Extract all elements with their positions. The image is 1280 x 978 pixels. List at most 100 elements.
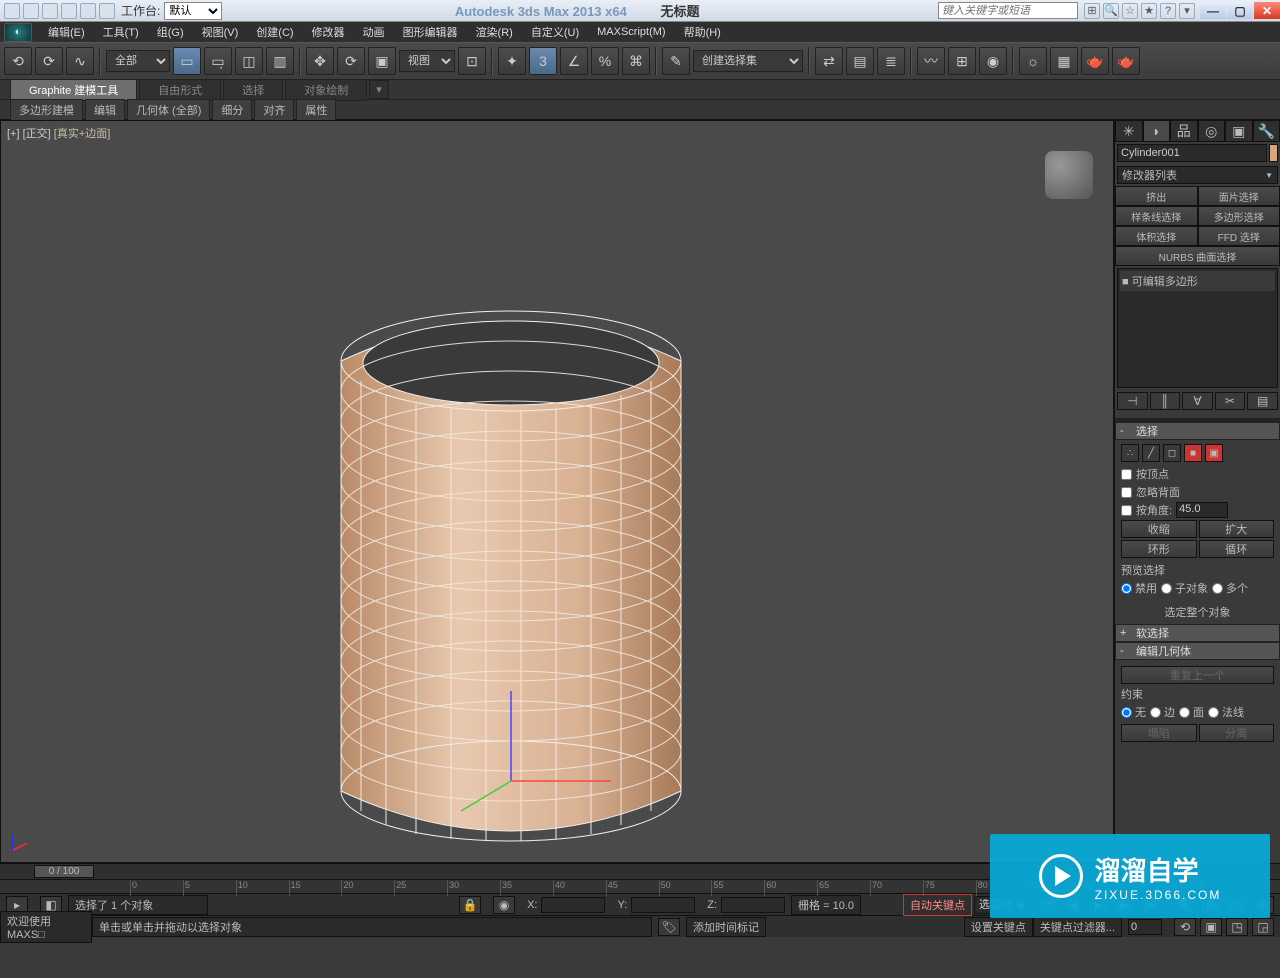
autokey-button[interactable]: 自动关键点 <box>903 894 972 916</box>
rotate-icon[interactable]: ⟳ <box>337 47 365 75</box>
use-center-icon[interactable]: ⊡ <box>458 47 486 75</box>
stack-unique-icon[interactable]: ∀ <box>1182 392 1213 410</box>
snap-toggle-icon[interactable]: 3 <box>529 47 557 75</box>
btn-ring[interactable]: 环形 <box>1121 540 1197 558</box>
mod-btn-splinesel[interactable]: 样条线选择 <box>1115 206 1198 226</box>
menu-group[interactable]: 组(G) <box>149 22 192 42</box>
undo-bind-icon[interactable]: ⟲ <box>4 47 32 75</box>
object-name-input[interactable] <box>1117 144 1267 162</box>
orbit-icon[interactable]: ⟲ <box>1174 918 1196 936</box>
menu-edit[interactable]: 编辑(E) <box>40 22 93 42</box>
mod-btn-polysel[interactable]: 多边形选择 <box>1198 206 1280 226</box>
help-search-input[interactable] <box>938 2 1078 19</box>
menu-grapheditors[interactable]: 图形编辑器 <box>395 22 466 42</box>
stack-pin-icon[interactable]: ⊣ <box>1117 392 1148 410</box>
menu-views[interactable]: 视图(V) <box>194 22 247 42</box>
chk-byangle[interactable] <box>1121 505 1132 516</box>
btn-collapse[interactable]: 塌陷 <box>1121 724 1197 742</box>
ref-coord-select[interactable]: 视图 <box>399 50 455 72</box>
so-border-icon[interactable]: ◻ <box>1163 444 1181 462</box>
create-tab-icon[interactable]: ✳ <box>1115 120 1143 142</box>
align-icon[interactable]: ▤ <box>846 47 874 75</box>
workspace-select[interactable]: 默认 <box>164 2 222 20</box>
undo-icon[interactable] <box>61 3 77 19</box>
vp-nav1-icon[interactable]: ◳ <box>1226 918 1248 936</box>
ribbon-panel-polymodel[interactable]: 多边形建模 <box>10 99 83 121</box>
select-region-icon[interactable]: ◫ <box>235 47 263 75</box>
ribbon-panel-props[interactable]: 属性 <box>296 99 336 121</box>
motion-tab-icon[interactable]: ◎ <box>1198 120 1226 142</box>
edit-named-sel-icon[interactable]: ✎ <box>662 47 690 75</box>
star-icon[interactable]: ☆ <box>1122 3 1138 19</box>
maximize-button[interactable]: ▢ <box>1227 2 1253 19</box>
keyfilter-button[interactable]: 关键点过滤器... <box>1033 917 1122 937</box>
object-color-swatch[interactable] <box>1269 144 1278 162</box>
app-logo-icon[interactable]: ◐ <box>4 23 32 42</box>
ribbon-tab-selection[interactable]: 选择 <box>223 79 283 101</box>
select-name-icon[interactable]: ▭̣ <box>204 47 232 75</box>
frame-slider[interactable]: 0 / 100 <box>34 865 94 878</box>
window-crossing-icon[interactable]: ▥ <box>266 47 294 75</box>
ribbon-expand-icon[interactable]: ▾ <box>369 80 389 99</box>
search-icon[interactable]: 🔍 <box>1103 3 1119 19</box>
so-edge-icon[interactable]: ╱ <box>1142 444 1160 462</box>
menu-animation[interactable]: 动画 <box>355 22 393 42</box>
app-icon[interactable]: ⊞ <box>1084 3 1100 19</box>
addtime-label[interactable]: 添加时间标记 <box>686 917 766 937</box>
selection-filter[interactable]: 全部 <box>106 50 170 72</box>
ribbon-tab-freeform[interactable]: 自由形式 <box>139 79 221 101</box>
ribbon-tab-paint[interactable]: 对象绘制 <box>285 79 367 101</box>
menu-rendering[interactable]: 渲染(R) <box>468 22 521 42</box>
coord-z-input[interactable] <box>721 897 785 913</box>
rfw-icon[interactable]: ▦ <box>1050 47 1078 75</box>
rad-subobj[interactable] <box>1161 583 1172 594</box>
btn-grow[interactable]: 扩大 <box>1199 520 1275 538</box>
viewport[interactable]: [+] [正交] [真实+边面] <box>0 120 1114 863</box>
named-selection-set[interactable]: 创建选择集 <box>693 50 803 72</box>
modifier-stack[interactable]: ■ 可编辑多边形 <box>1117 268 1278 388</box>
viewport-label[interactable]: [+] [正交] [真实+边面] <box>7 125 110 141</box>
schematic-view-icon[interactable]: ⊞ <box>948 47 976 75</box>
rad-edge[interactable] <box>1150 707 1161 718</box>
maximize-vp-icon[interactable]: ▣ <box>1200 918 1222 936</box>
chk-ignoreback[interactable] <box>1121 487 1132 498</box>
open-icon[interactable] <box>23 3 39 19</box>
dropdown-icon[interactable]: ▾ <box>1179 3 1195 19</box>
so-element-icon[interactable]: ▣ <box>1205 444 1223 462</box>
save-icon[interactable] <box>42 3 58 19</box>
rad-face[interactable] <box>1179 707 1190 718</box>
percent-snap-icon[interactable]: % <box>591 47 619 75</box>
link-icon[interactable] <box>99 3 115 19</box>
redo-bind-icon[interactable]: ⟳ <box>35 47 63 75</box>
curve-editor-icon[interactable]: 〰 <box>917 47 945 75</box>
menu-maxscript[interactable]: MAXScript(M) <box>589 24 673 40</box>
viewcube-icon[interactable] <box>1045 151 1093 199</box>
redo-icon[interactable] <box>80 3 96 19</box>
lock-icon[interactable]: 🔒 <box>459 896 481 914</box>
layers-icon[interactable]: ≣ <box>877 47 905 75</box>
close-button[interactable]: ✕ <box>1254 2 1280 19</box>
so-vertex-icon[interactable]: ∴ <box>1121 444 1139 462</box>
mod-btn-volsel[interactable]: 体积选择 <box>1115 226 1198 246</box>
menu-help[interactable]: 帮助(H) <box>676 22 729 42</box>
so-polygon-icon[interactable]: ■ <box>1184 444 1202 462</box>
mod-btn-nurbssel[interactable]: NURBS 曲面选择 <box>1115 246 1280 266</box>
btn-detach[interactable]: 分离 <box>1199 724 1275 742</box>
coord-y-input[interactable] <box>631 897 695 913</box>
utilities-tab-icon[interactable]: 🔧 <box>1253 120 1280 142</box>
angle-spinner[interactable]: 45.0 <box>1176 502 1228 518</box>
material-editor-icon[interactable]: ◉ <box>979 47 1007 75</box>
modify-tab-icon[interactable]: ◗ <box>1143 120 1171 142</box>
rad-none[interactable] <box>1121 707 1132 718</box>
star2-icon[interactable]: ★ <box>1141 3 1157 19</box>
mirror-icon[interactable]: ⇄ <box>815 47 843 75</box>
mod-btn-ffdsel[interactable]: FFD 选择 <box>1198 226 1280 246</box>
scale-icon[interactable]: ▣ <box>368 47 396 75</box>
menu-customize[interactable]: 自定义(U) <box>523 22 587 42</box>
stack-remove-icon[interactable]: ✂ <box>1215 392 1246 410</box>
menu-modifiers[interactable]: 修改器 <box>304 22 353 42</box>
menu-create[interactable]: 创建(C) <box>248 22 301 42</box>
ribbon-panel-edit[interactable]: 编辑 <box>85 99 125 121</box>
btn-shrink[interactable]: 收缩 <box>1121 520 1197 538</box>
select-object-icon[interactable]: ▭ <box>173 47 201 75</box>
